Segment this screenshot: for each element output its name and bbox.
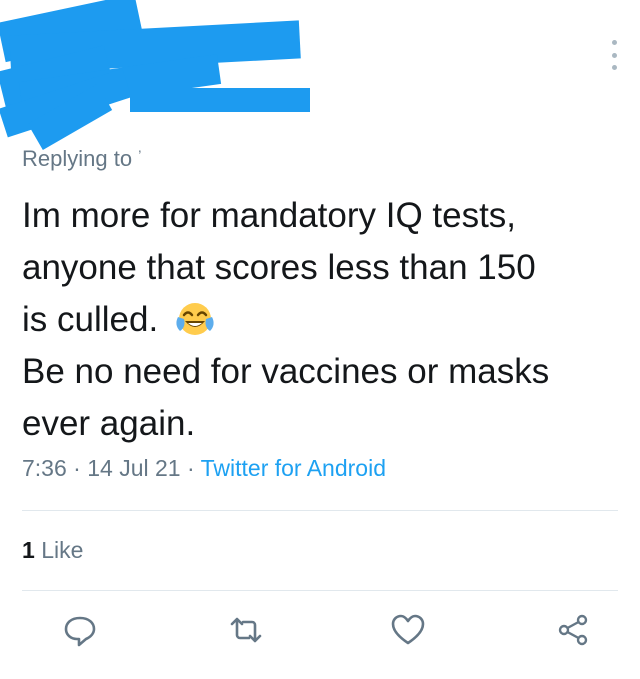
tweet-source-link[interactable]: Twitter for Android: [201, 455, 386, 481]
reply-handle-mark[interactable]: ’: [138, 147, 141, 163]
like-icon[interactable]: [390, 612, 426, 648]
tweet-date: 14 Jul 21: [87, 455, 181, 481]
replying-to: Replying to ’: [22, 146, 141, 172]
like-count-row[interactable]: 1 Like: [22, 537, 83, 564]
more-options-icon[interactable]: [609, 40, 619, 70]
meta-separator: ·: [73, 455, 81, 481]
meta-separator: ·: [186, 455, 195, 481]
tweet-line: ever again.: [22, 404, 196, 443]
tweet-time: 7:36: [22, 455, 67, 481]
face-with-tears-of-joy-icon: [176, 303, 214, 335]
tweet-line: Im more for mandatory IQ tests,: [22, 196, 517, 235]
share-icon[interactable]: [555, 612, 591, 648]
tweet-actions: [0, 612, 640, 652]
reply-icon[interactable]: [62, 612, 98, 648]
divider: [22, 590, 618, 591]
retweet-icon[interactable]: [228, 612, 264, 648]
tweet-meta: 7:36 · 14 Jul 21 · Twitter for Android: [22, 455, 386, 482]
like-count: 1: [22, 537, 35, 563]
tweet-line-with-emoji: is culled.: [22, 294, 622, 346]
tweet-line: Be no need for vaccines or masks: [22, 352, 550, 391]
tweet-line: is culled.: [22, 300, 159, 339]
tweet-text: Im more for mandatory IQ tests, anyone t…: [22, 190, 622, 450]
tweet-line: anyone that scores less than 150: [22, 248, 536, 287]
replying-to-label: Replying to: [22, 146, 133, 171]
divider: [22, 510, 618, 511]
like-label: Like: [41, 537, 84, 563]
